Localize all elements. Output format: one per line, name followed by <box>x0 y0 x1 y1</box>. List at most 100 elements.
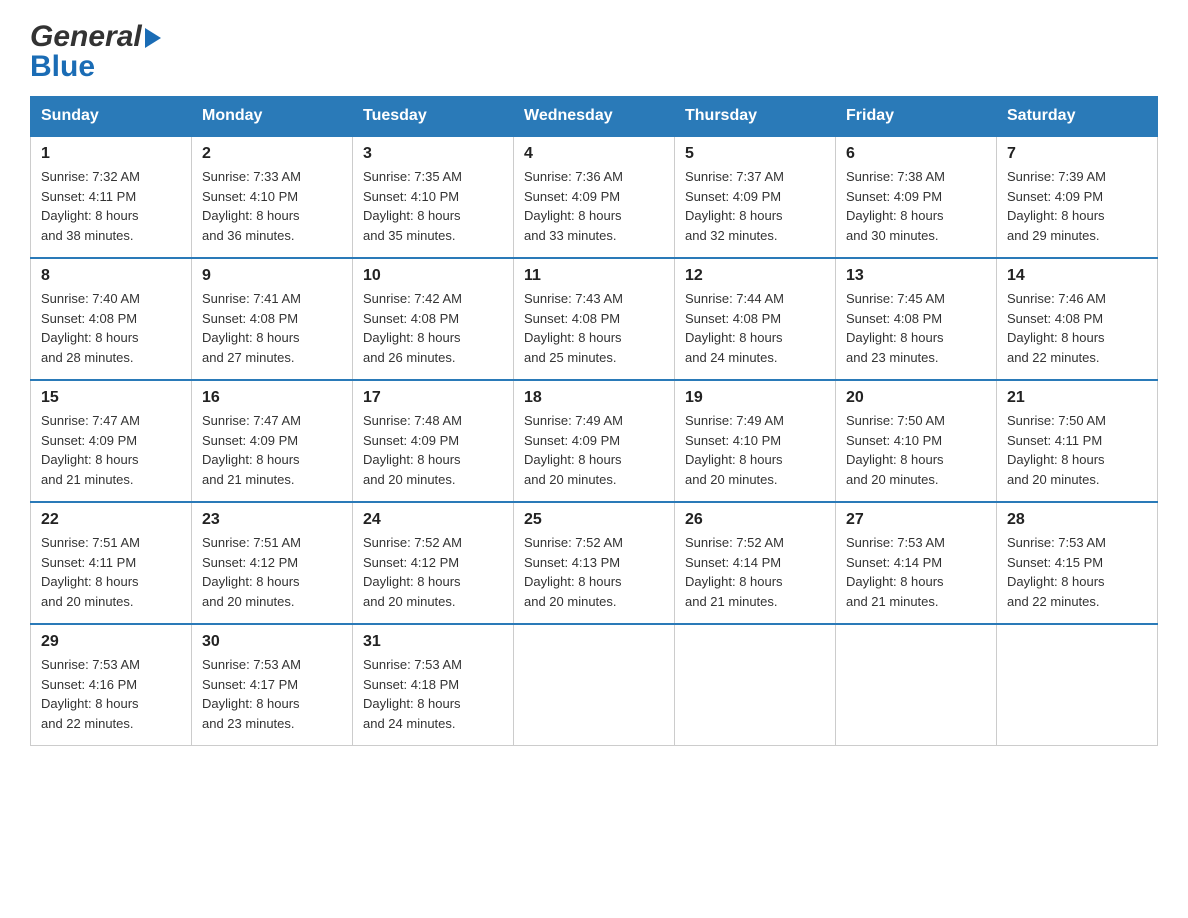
day-number: 7 <box>1007 145 1147 163</box>
day-number: 16 <box>202 389 342 407</box>
day-number: 20 <box>846 389 986 407</box>
calendar-day-cell: 6 Sunrise: 7:38 AMSunset: 4:09 PMDayligh… <box>836 136 997 258</box>
column-header-friday: Friday <box>836 97 997 137</box>
logo: General Blue <box>30 20 161 84</box>
day-info: Sunrise: 7:49 AMSunset: 4:09 PMDaylight:… <box>524 411 664 489</box>
calendar-day-cell: 2 Sunrise: 7:33 AMSunset: 4:10 PMDayligh… <box>192 136 353 258</box>
day-number: 21 <box>1007 389 1147 407</box>
empty-day-cell <box>997 624 1158 746</box>
column-header-tuesday: Tuesday <box>353 97 514 137</box>
logo-blue-text: Blue <box>30 50 95 84</box>
day-info: Sunrise: 7:50 AMSunset: 4:11 PMDaylight:… <box>1007 411 1147 489</box>
day-info: Sunrise: 7:39 AMSunset: 4:09 PMDaylight:… <box>1007 167 1147 245</box>
day-number: 18 <box>524 389 664 407</box>
day-number: 1 <box>41 145 181 163</box>
day-info: Sunrise: 7:40 AMSunset: 4:08 PMDaylight:… <box>41 289 181 367</box>
day-number: 8 <box>41 267 181 285</box>
day-info: Sunrise: 7:38 AMSunset: 4:09 PMDaylight:… <box>846 167 986 245</box>
day-info: Sunrise: 7:33 AMSunset: 4:10 PMDaylight:… <box>202 167 342 245</box>
calendar-week-row: 15 Sunrise: 7:47 AMSunset: 4:09 PMDaylig… <box>31 380 1158 502</box>
day-number: 15 <box>41 389 181 407</box>
logo-arrow-icon <box>145 28 161 48</box>
day-info: Sunrise: 7:46 AMSunset: 4:08 PMDaylight:… <box>1007 289 1147 367</box>
day-number: 22 <box>41 511 181 529</box>
day-info: Sunrise: 7:53 AMSunset: 4:17 PMDaylight:… <box>202 655 342 733</box>
day-number: 31 <box>363 633 503 651</box>
day-number: 17 <box>363 389 503 407</box>
page-header: General Blue <box>30 20 1158 84</box>
day-number: 5 <box>685 145 825 163</box>
calendar-day-cell: 28 Sunrise: 7:53 AMSunset: 4:15 PMDaylig… <box>997 502 1158 624</box>
day-number: 13 <box>846 267 986 285</box>
day-info: Sunrise: 7:48 AMSunset: 4:09 PMDaylight:… <box>363 411 503 489</box>
calendar-day-cell: 31 Sunrise: 7:53 AMSunset: 4:18 PMDaylig… <box>353 624 514 746</box>
day-info: Sunrise: 7:53 AMSunset: 4:15 PMDaylight:… <box>1007 533 1147 611</box>
day-info: Sunrise: 7:42 AMSunset: 4:08 PMDaylight:… <box>363 289 503 367</box>
day-number: 14 <box>1007 267 1147 285</box>
column-header-sunday: Sunday <box>31 97 192 137</box>
calendar-day-cell: 9 Sunrise: 7:41 AMSunset: 4:08 PMDayligh… <box>192 258 353 380</box>
day-number: 24 <box>363 511 503 529</box>
day-info: Sunrise: 7:45 AMSunset: 4:08 PMDaylight:… <box>846 289 986 367</box>
day-number: 4 <box>524 145 664 163</box>
calendar-day-cell: 21 Sunrise: 7:50 AMSunset: 4:11 PMDaylig… <box>997 380 1158 502</box>
day-number: 10 <box>363 267 503 285</box>
day-info: Sunrise: 7:51 AMSunset: 4:11 PMDaylight:… <box>41 533 181 611</box>
day-number: 9 <box>202 267 342 285</box>
day-info: Sunrise: 7:53 AMSunset: 4:16 PMDaylight:… <box>41 655 181 733</box>
calendar-day-cell: 1 Sunrise: 7:32 AMSunset: 4:11 PMDayligh… <box>31 136 192 258</box>
calendar-day-cell: 22 Sunrise: 7:51 AMSunset: 4:11 PMDaylig… <box>31 502 192 624</box>
day-number: 29 <box>41 633 181 651</box>
day-number: 3 <box>363 145 503 163</box>
calendar-day-cell: 3 Sunrise: 7:35 AMSunset: 4:10 PMDayligh… <box>353 136 514 258</box>
column-header-saturday: Saturday <box>997 97 1158 137</box>
calendar-day-cell: 7 Sunrise: 7:39 AMSunset: 4:09 PMDayligh… <box>997 136 1158 258</box>
empty-day-cell <box>514 624 675 746</box>
empty-day-cell <box>836 624 997 746</box>
calendar-header-row: SundayMondayTuesdayWednesdayThursdayFrid… <box>31 97 1158 137</box>
calendar-day-cell: 20 Sunrise: 7:50 AMSunset: 4:10 PMDaylig… <box>836 380 997 502</box>
calendar-day-cell: 30 Sunrise: 7:53 AMSunset: 4:17 PMDaylig… <box>192 624 353 746</box>
day-number: 30 <box>202 633 342 651</box>
day-info: Sunrise: 7:43 AMSunset: 4:08 PMDaylight:… <box>524 289 664 367</box>
calendar-day-cell: 15 Sunrise: 7:47 AMSunset: 4:09 PMDaylig… <box>31 380 192 502</box>
day-number: 2 <box>202 145 342 163</box>
calendar-day-cell: 12 Sunrise: 7:44 AMSunset: 4:08 PMDaylig… <box>675 258 836 380</box>
day-info: Sunrise: 7:41 AMSunset: 4:08 PMDaylight:… <box>202 289 342 367</box>
day-number: 6 <box>846 145 986 163</box>
empty-day-cell <box>675 624 836 746</box>
calendar-day-cell: 29 Sunrise: 7:53 AMSunset: 4:16 PMDaylig… <box>31 624 192 746</box>
calendar-day-cell: 5 Sunrise: 7:37 AMSunset: 4:09 PMDayligh… <box>675 136 836 258</box>
calendar-day-cell: 19 Sunrise: 7:49 AMSunset: 4:10 PMDaylig… <box>675 380 836 502</box>
calendar-day-cell: 11 Sunrise: 7:43 AMSunset: 4:08 PMDaylig… <box>514 258 675 380</box>
day-info: Sunrise: 7:50 AMSunset: 4:10 PMDaylight:… <box>846 411 986 489</box>
calendar-day-cell: 23 Sunrise: 7:51 AMSunset: 4:12 PMDaylig… <box>192 502 353 624</box>
calendar-day-cell: 4 Sunrise: 7:36 AMSunset: 4:09 PMDayligh… <box>514 136 675 258</box>
calendar-day-cell: 8 Sunrise: 7:40 AMSunset: 4:08 PMDayligh… <box>31 258 192 380</box>
calendar-table: SundayMondayTuesdayWednesdayThursdayFrid… <box>30 96 1158 746</box>
day-number: 23 <box>202 511 342 529</box>
calendar-day-cell: 17 Sunrise: 7:48 AMSunset: 4:09 PMDaylig… <box>353 380 514 502</box>
day-info: Sunrise: 7:49 AMSunset: 4:10 PMDaylight:… <box>685 411 825 489</box>
calendar-week-row: 22 Sunrise: 7:51 AMSunset: 4:11 PMDaylig… <box>31 502 1158 624</box>
day-info: Sunrise: 7:32 AMSunset: 4:11 PMDaylight:… <box>41 167 181 245</box>
day-info: Sunrise: 7:47 AMSunset: 4:09 PMDaylight:… <box>41 411 181 489</box>
column-header-wednesday: Wednesday <box>514 97 675 137</box>
logo-general-text: General <box>30 20 142 54</box>
day-number: 11 <box>524 267 664 285</box>
calendar-week-row: 1 Sunrise: 7:32 AMSunset: 4:11 PMDayligh… <box>31 136 1158 258</box>
calendar-day-cell: 16 Sunrise: 7:47 AMSunset: 4:09 PMDaylig… <box>192 380 353 502</box>
calendar-day-cell: 27 Sunrise: 7:53 AMSunset: 4:14 PMDaylig… <box>836 502 997 624</box>
day-number: 25 <box>524 511 664 529</box>
calendar-day-cell: 24 Sunrise: 7:52 AMSunset: 4:12 PMDaylig… <box>353 502 514 624</box>
calendar-week-row: 29 Sunrise: 7:53 AMSunset: 4:16 PMDaylig… <box>31 624 1158 746</box>
day-number: 28 <box>1007 511 1147 529</box>
calendar-day-cell: 14 Sunrise: 7:46 AMSunset: 4:08 PMDaylig… <box>997 258 1158 380</box>
calendar-week-row: 8 Sunrise: 7:40 AMSunset: 4:08 PMDayligh… <box>31 258 1158 380</box>
day-number: 12 <box>685 267 825 285</box>
day-info: Sunrise: 7:35 AMSunset: 4:10 PMDaylight:… <box>363 167 503 245</box>
day-info: Sunrise: 7:53 AMSunset: 4:18 PMDaylight:… <box>363 655 503 733</box>
column-header-monday: Monday <box>192 97 353 137</box>
day-info: Sunrise: 7:52 AMSunset: 4:13 PMDaylight:… <box>524 533 664 611</box>
day-info: Sunrise: 7:51 AMSunset: 4:12 PMDaylight:… <box>202 533 342 611</box>
